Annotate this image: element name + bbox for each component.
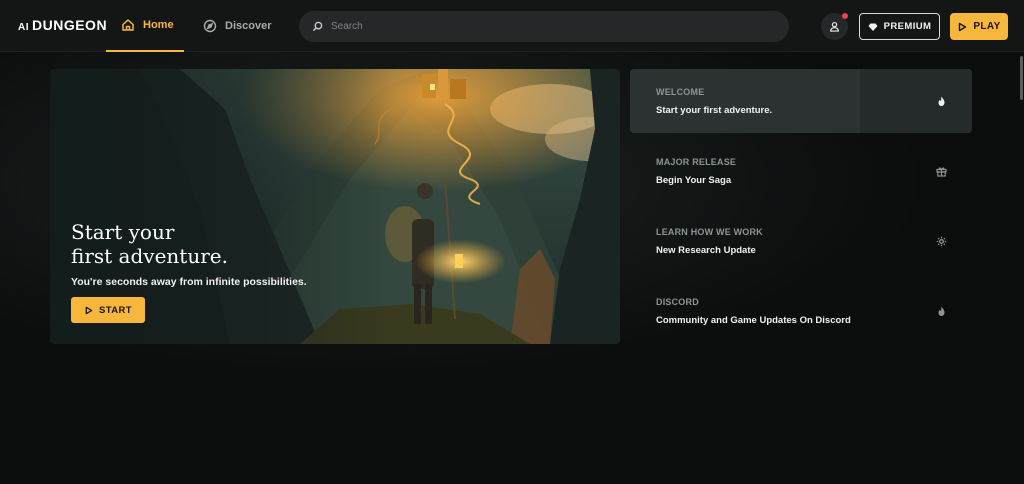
search-input[interactable] [331, 21, 771, 32]
feed-item-title: New Research Update [656, 245, 756, 256]
app-logo[interactable]: AI DUNGEON [18, 17, 107, 35]
search-bar[interactable] [299, 11, 789, 42]
feed-item-label: WELCOME [656, 87, 704, 97]
premium-label: PREMIUM [884, 21, 932, 32]
feed-item-label: MAJOR RELEASE [656, 157, 736, 167]
feed-item-title: Start your first adventure. [656, 105, 772, 116]
hero-subtitle: You're seconds away from infinite possib… [71, 276, 307, 288]
user-icon [829, 21, 840, 32]
gift-icon [936, 166, 947, 177]
hero-title-line2: first adventure. [71, 244, 371, 268]
feed-item-research[interactable]: LEARN HOW WE WORK New Research Update [630, 209, 972, 273]
premium-button[interactable]: PREMIUM [859, 13, 940, 40]
nav-home-label: Home [143, 19, 174, 31]
hero-title: Start your first adventure. [71, 220, 371, 268]
feed-item-label: LEARN HOW WE WORK [656, 227, 763, 237]
scrollbar-thumb[interactable] [1020, 56, 1023, 100]
feed-item-title: Begin Your Saga [656, 175, 731, 186]
top-navigation-bar: AI DUNGEON Home Discover PREMIUM [0, 0, 1024, 52]
notification-dot [842, 13, 848, 19]
start-label: START [99, 305, 132, 316]
logo-prefix: AI [18, 22, 29, 33]
nav-discover[interactable]: Discover [203, 0, 271, 52]
feed-item-label: DISCORD [656, 297, 699, 307]
nav-discover-label: Discover [225, 20, 271, 32]
gear-icon [936, 236, 947, 247]
search-icon [312, 21, 323, 32]
nav-home[interactable]: Home [106, 0, 184, 52]
news-feed: WELCOME Start your first adventure. MAJO… [630, 69, 972, 349]
feed-item-welcome[interactable]: WELCOME Start your first adventure. [630, 69, 972, 133]
compass-icon [203, 19, 217, 33]
home-icon [121, 18, 135, 32]
feed-item-discord[interactable]: DISCORD Community and Game Updates On Di… [630, 279, 972, 343]
flame-icon [936, 96, 947, 107]
feed-item-title: Community and Game Updates On Discord [656, 315, 851, 326]
logo-name: DUNGEON [32, 17, 107, 33]
flame-icon [936, 306, 947, 317]
diamond-icon [868, 22, 878, 32]
play-button[interactable]: PLAY [950, 13, 1008, 40]
start-button[interactable]: START [71, 297, 145, 323]
hero-title-line1: Start your [71, 220, 371, 244]
feed-item-major-release[interactable]: MAJOR RELEASE Begin Your Saga [630, 139, 972, 203]
play-icon [957, 22, 967, 32]
play-icon [84, 306, 93, 315]
hero-banner: Start your first adventure. You're secon… [50, 69, 620, 344]
play-label: PLAY [973, 21, 1000, 32]
